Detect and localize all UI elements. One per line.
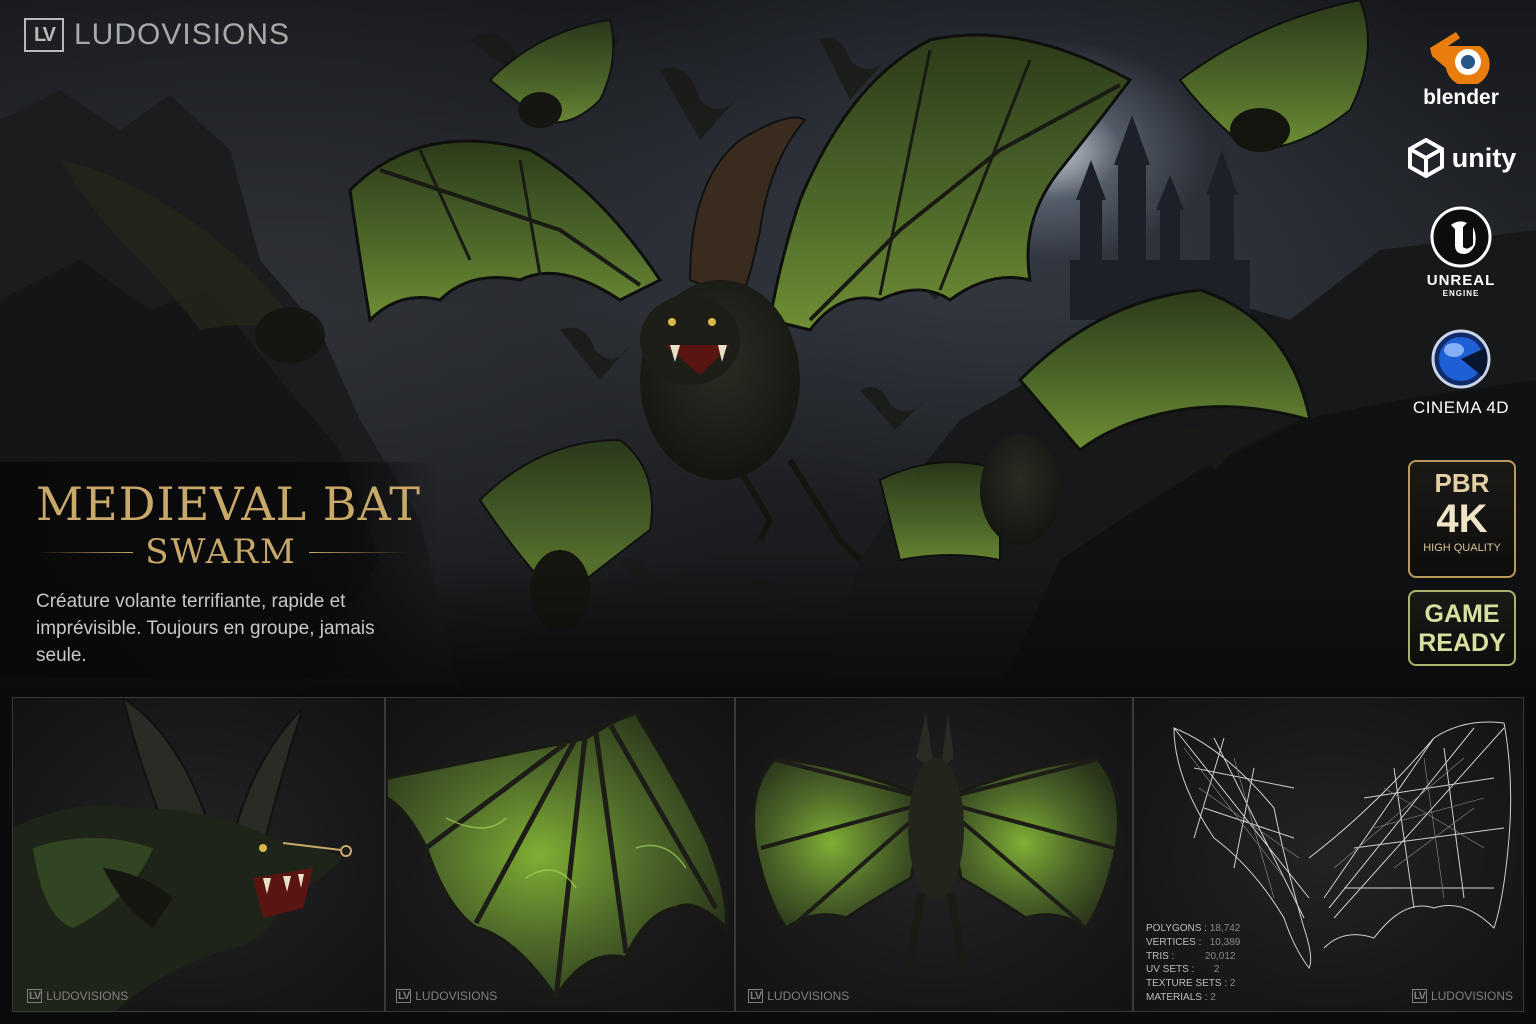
mesh-stats: POLYGONS : 18,742 VERTICES : 10,389 TRIS… [1146,922,1240,1005]
engine-sublabel-unreal: ENGINE [1442,289,1480,298]
product-title: MEDIEVAL BAT [36,477,421,531]
stat-value: 20,012 [1204,950,1236,962]
bat-back-render [752,713,1120,970]
blender-icon [1430,32,1490,87]
watermark-text: LUDOVISIONS [1430,989,1513,1003]
engine-unreal: UNREAL ENGINE [1386,205,1536,298]
stat-value: 2 [1213,964,1220,976]
stat-row: POLYGONS : 18,742 [1146,922,1240,936]
stat-label: UV SETS : [1146,964,1195,976]
stat-row: TRIS : 20,012 [1146,950,1240,964]
watermark-mark: LV [748,989,764,1003]
unity-icon [1407,138,1444,178]
subtitle-rule-right [308,551,407,553]
watermark-mark: LV [396,989,412,1003]
bat-upper [488,18,615,128]
engine-label-unreal: UNREAL [1426,272,1496,289]
castle-silhouette [1070,115,1250,320]
engine-label-blender: blender [1423,86,1499,109]
thumbnail-wing-detail[interactable]: LV LUDOVISIONS [385,697,735,1012]
pbr-badge-line1: PBR [1434,468,1490,498]
product-description: Créature volante terrifiante, rapide et … [36,591,375,666]
thumbnail-back-view[interactable]: LV LUDOVISIONS [735,697,1133,1012]
bat-wing-render [386,710,729,1002]
stat-row: MATERIALS : 2 [1146,991,1240,1005]
bat-top-right [1178,0,1369,152]
engine-label-cinema4d: CINEMA 4D [1412,398,1510,417]
watermark: LV LUDOVISIONS [748,989,849,1003]
engine-logos: blender unity UNREAL ENGINE CINEMA 4D PB… [1386,0,1536,690]
stat-label: MATERIALS : [1146,991,1208,1003]
engine-blender: blender [1386,28,1536,110]
pbr-badge-line3: HIGH QUALITY [1423,542,1501,554]
engine-unity: unity [1386,138,1536,178]
thumbnail-head-closeup[interactable]: LV LUDOVISIONS [12,697,385,1012]
engine-label-unity: unity [1451,142,1517,173]
subtitle-row: SWARM [36,532,407,572]
subtitle-rule-left [36,551,134,553]
brand-name: LUDOVISIONS [74,18,291,51]
watermark: LV LUDOVISIONS [396,989,497,1003]
product-subtitle: SWARM [145,532,297,572]
stat-label: VERTICES : [1146,936,1202,948]
watermark-text: LUDOVISIONS [767,989,850,1003]
stat-row: TEXTURE SETS : 2 [1146,977,1240,991]
game-ready-line2: READY [1418,629,1506,657]
brand-logo: LV LUDOVISIONS [24,18,290,52]
unreal-icon [1430,206,1492,268]
stat-label: TEXTURE SETS : [1146,978,1228,990]
hero-banner: LV LUDOVISIONS MEDIEVAL BAT SWARM Créatu… [0,0,1536,690]
title-panel: MEDIEVAL BAT SWARM Créature volante terr… [0,462,440,678]
stat-row: VERTICES : 10,389 [1146,936,1240,950]
watermark-text: LUDOVISIONS [415,989,498,1003]
stat-value: 2 [1229,978,1236,990]
stat-label: POLYGONS : [1146,923,1207,934]
watermark-mark: LV [27,989,43,1003]
pbr-4k-badge: PBR 4K HIGH QUALITY [1408,460,1516,578]
stat-value: 18,742 [1209,923,1241,934]
stat-value: 10,389 [1209,936,1241,948]
watermark: LV LUDOVISIONS [1411,989,1513,1003]
watermark-text: LUDOVISIONS [46,989,129,1003]
thumbnail-wireframe[interactable]: POLYGONS : 18,742 VERTICES : 10,389 TRIS… [1133,697,1524,1012]
stat-value: 2 [1210,991,1216,1003]
watermark: LV LUDOVISIONS [27,989,128,1003]
pbr-badge-line2: 4K [1436,497,1488,541]
bat-head-render [13,698,352,1011]
stat-row: UV SETS : 2 [1146,963,1240,977]
game-ready-badge: GAME READY [1408,590,1516,666]
cinema4d-icon [1431,329,1491,389]
game-ready-line1: GAME [1424,600,1500,628]
watermark-mark: LV [1411,989,1427,1003]
engine-cinema4d: CINEMA 4D [1386,328,1536,418]
brand-mark: LV [24,18,64,52]
thumbnail-strip: LV LUDOVISIONS LV LUDOVISIONS LV LUDOVIS… [12,697,1524,1012]
stat-label: TRIS : [1146,950,1175,962]
